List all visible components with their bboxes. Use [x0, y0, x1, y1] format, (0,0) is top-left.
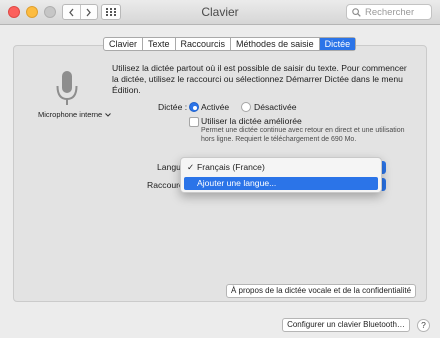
- enhanced-dictation-label: Utiliser la dictée améliorée: [201, 116, 302, 126]
- dictation-on-radio[interactable]: [189, 102, 199, 112]
- dictation-description: Utilisez la dictée partout où il est pos…: [112, 63, 407, 95]
- tab-clavier[interactable]: Clavier: [104, 38, 142, 50]
- tab-methodes-de-saisie[interactable]: Méthodes de saisie: [230, 38, 319, 50]
- microphone-icon: [56, 71, 78, 105]
- language-menu: ✓ Français (France) Ajouter une langue..…: [180, 157, 382, 193]
- menu-item-francais[interactable]: ✓ Français (France): [184, 161, 378, 174]
- checkmark-icon: ✓: [187, 162, 195, 172]
- enhanced-dictation-checkbox[interactable]: [189, 117, 199, 127]
- enhanced-dictation-note: Permet une dictée continue avec retour e…: [201, 127, 405, 143]
- menu-item-label: Français (France): [197, 162, 265, 172]
- search-input[interactable]: Rechercher: [346, 4, 432, 20]
- help-button[interactable]: ?: [417, 319, 430, 332]
- microphone-select[interactable]: Microphone interne: [38, 110, 112, 119]
- search-icon: [352, 7, 361, 17]
- dictation-off-label: Désactivée: [254, 102, 297, 112]
- dictation-off-radio[interactable]: [241, 102, 251, 112]
- title-bar: Clavier Rechercher: [0, 0, 440, 25]
- menu-item-ajouter-langue[interactable]: Ajouter une langue...: [184, 177, 378, 190]
- tab-texte[interactable]: Texte: [142, 38, 175, 50]
- chevron-down-icon: [105, 112, 112, 117]
- tab-raccourcis[interactable]: Raccourcis: [174, 38, 231, 50]
- bluetooth-keyboard-button[interactable]: Configurer un clavier Bluetooth…: [282, 318, 410, 332]
- about-dictation-button[interactable]: À propos de la dictée vocale et de la co…: [226, 284, 416, 298]
- dictation-label: Dictée :: [158, 102, 188, 112]
- search-placeholder: Rechercher: [365, 6, 415, 18]
- tab-dictee[interactable]: Dictée: [318, 38, 356, 50]
- microphone-label: Microphone interne: [38, 110, 103, 119]
- menu-item-label: Ajouter une langue...: [197, 178, 277, 188]
- tab-bar: Clavier Texte Raccourcis Méthodes de sai…: [103, 37, 357, 51]
- dictation-on-label: Activée: [201, 102, 230, 112]
